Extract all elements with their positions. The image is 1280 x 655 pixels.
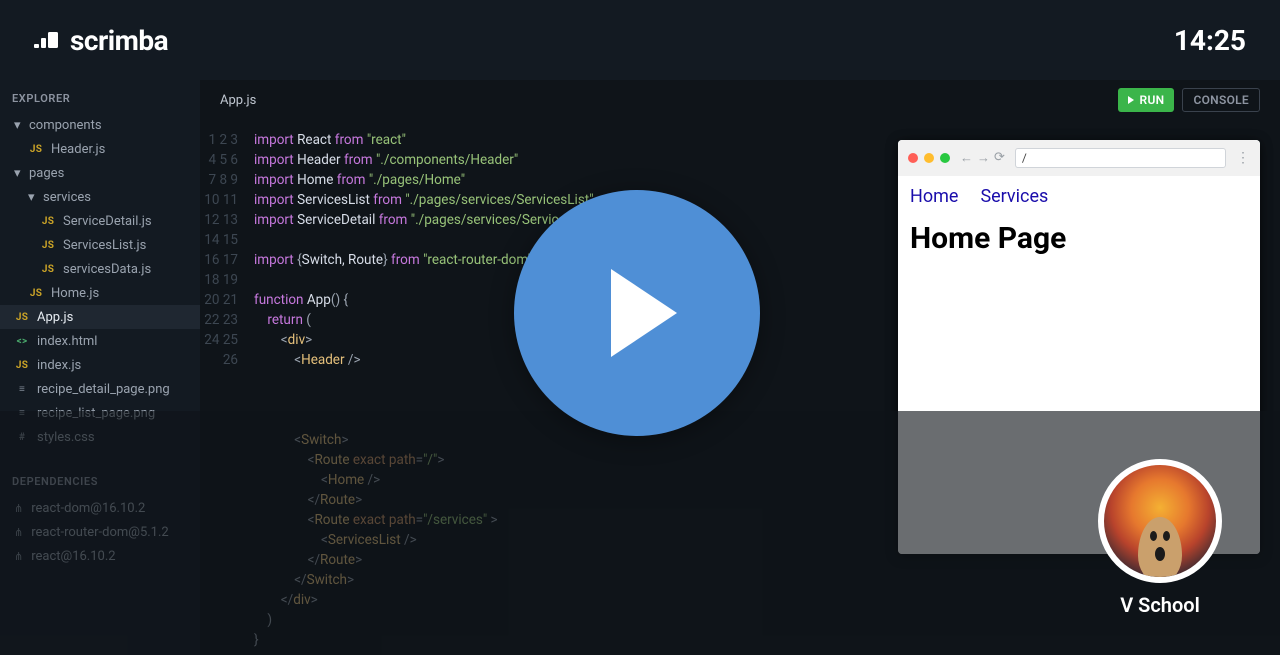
js-badge-icon: JS [14, 312, 30, 323]
url-bar[interactable]: / [1015, 148, 1226, 168]
forward-icon[interactable]: → [977, 150, 990, 166]
folder-label: components [29, 118, 102, 133]
file-recipe-detail-png[interactable]: ≡ recipe_detail_page.png [0, 377, 200, 401]
file-app-js[interactable]: JS App.js [0, 305, 200, 329]
dependencies-title: DEPENDENCIES [0, 463, 200, 496]
preview-menu-icon[interactable]: ⋮ [1236, 150, 1250, 166]
author-name: V School [1098, 593, 1222, 617]
play-icon [1128, 96, 1134, 104]
video-timestamp: 14:25 [1174, 24, 1246, 57]
folder-components[interactable]: ▾ components [0, 113, 200, 137]
file-header-js[interactable]: JS Header.js [0, 137, 200, 161]
folder-pages[interactable]: ▾ pages [0, 161, 200, 185]
run-button[interactable]: RUN [1118, 88, 1175, 112]
console-button[interactable]: CONSOLE [1182, 88, 1260, 112]
file-serviceslist-js[interactable]: JS ServicesList.js [0, 233, 200, 257]
author-badge[interactable]: V School [1098, 459, 1222, 617]
play-icon [611, 269, 677, 357]
file-tree: ▾ components JS Header.js ▾ pages ▾ serv… [0, 113, 200, 449]
author-avatar [1098, 459, 1222, 583]
browser-chrome: ← → ⟳ / ⋮ [898, 140, 1260, 176]
file-label: Home.js [51, 286, 99, 301]
dependency-item[interactable]: ⋔ react-router-dom@5.1.2 [0, 520, 200, 544]
explorer-title: EXPLORER [0, 80, 200, 113]
js-badge-icon: JS [28, 288, 44, 299]
image-badge-icon: ≡ [14, 408, 30, 419]
dependency-item[interactable]: ⋔ react@16.10.2 [0, 544, 200, 568]
caret-down-icon: ▾ [14, 118, 22, 133]
file-label: App.js [37, 310, 73, 325]
file-label: recipe_list_page.png [37, 406, 155, 421]
sidebar: EXPLORER ▾ components JS Header.js ▾ pag… [0, 80, 200, 655]
dependencies-list: ⋔ react-dom@16.10.2 ⋔ react-router-dom@5… [0, 496, 200, 568]
brand-name: scrimba [70, 24, 168, 57]
caret-down-icon: ▾ [28, 190, 36, 205]
editor-toolbar: App.js RUN PREVIEW CONSOLE [200, 80, 1280, 120]
preview-heading: Home Page [910, 221, 1248, 256]
console-label: CONSOLE [1193, 93, 1249, 107]
js-badge-icon: JS [40, 264, 56, 275]
reload-icon[interactable]: ⟳ [994, 150, 1005, 166]
file-recipe-list-png[interactable]: ≡ recipe_list_page.png [0, 401, 200, 425]
dependency-label: react-dom@16.10.2 [31, 501, 145, 516]
dependency-label: react@16.10.2 [31, 549, 115, 564]
file-servicesdata-js[interactable]: JS servicesData.js [0, 257, 200, 281]
editor-actions: RUN PREVIEW CONSOLE [1118, 88, 1260, 112]
file-label: index.js [37, 358, 81, 373]
open-file-name: App.js [220, 93, 256, 108]
brand-logo-mark-icon [34, 30, 60, 50]
js-badge-icon: JS [40, 240, 56, 251]
js-badge-icon: JS [28, 144, 44, 155]
top-bar: scrimba 14:25 [0, 0, 1280, 80]
line-number-gutter: 1 2 3 4 5 6 7 8 9 10 11 12 13 14 15 16 1… [200, 120, 248, 655]
scream-painting-icon [1138, 517, 1182, 581]
package-icon: ⋔ [14, 502, 23, 515]
css-badge-icon: # [14, 432, 30, 443]
url-value: / [1022, 151, 1027, 165]
dependency-item[interactable]: ⋔ react-dom@16.10.2 [0, 496, 200, 520]
file-styles-css[interactable]: # styles.css [0, 425, 200, 449]
preview-nav-home[interactable]: Home [910, 186, 958, 207]
file-label: servicesData.js [63, 262, 151, 277]
brand-logo[interactable]: scrimba [34, 24, 168, 57]
image-badge-icon: ≡ [14, 384, 30, 395]
file-label: ServiceDetail.js [63, 214, 152, 229]
preview-nav-services[interactable]: Services [980, 186, 1048, 207]
file-label: Header.js [51, 142, 105, 157]
file-label: ServicesList.js [63, 238, 146, 253]
file-servicedetail-js[interactable]: JS ServiceDetail.js [0, 209, 200, 233]
js-badge-icon: JS [40, 216, 56, 227]
close-dot-icon[interactable] [908, 153, 918, 163]
folder-label: services [43, 190, 91, 205]
play-video-button[interactable] [514, 190, 760, 436]
folder-services[interactable]: ▾ services [0, 185, 200, 209]
file-label: index.html [37, 334, 97, 349]
back-icon[interactable]: ← [960, 150, 973, 166]
dependency-label: react-router-dom@5.1.2 [31, 525, 169, 540]
preview-nav: Home Services [910, 186, 1248, 221]
zoom-dot-icon[interactable] [940, 153, 950, 163]
caret-down-icon: ▾ [14, 166, 22, 181]
file-home-js[interactable]: JS Home.js [0, 281, 200, 305]
run-label: RUN [1140, 93, 1165, 107]
file-label: styles.css [37, 430, 95, 445]
html-badge-icon: <> [14, 336, 30, 347]
file-label: recipe_detail_page.png [37, 382, 170, 397]
folder-label: pages [29, 166, 64, 181]
minimize-dot-icon[interactable] [924, 153, 934, 163]
file-index-js[interactable]: JS index.js [0, 353, 200, 377]
package-icon: ⋔ [14, 526, 23, 539]
file-index-html[interactable]: <> index.html [0, 329, 200, 353]
traffic-lights [908, 153, 950, 163]
js-badge-icon: JS [14, 360, 30, 371]
nav-arrows: ← → ⟳ [960, 150, 1005, 166]
package-icon: ⋔ [14, 550, 23, 563]
